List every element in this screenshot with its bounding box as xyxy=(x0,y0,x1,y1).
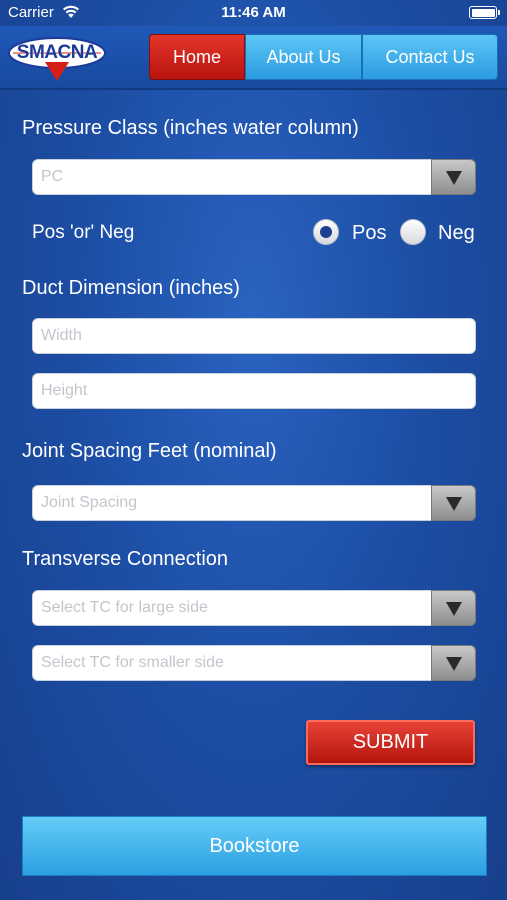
tc-small-side-dropdown-icon[interactable] xyxy=(431,645,476,681)
logo-text: SMACNA xyxy=(16,42,98,63)
tab-contact-us[interactable]: Contact Us xyxy=(362,34,498,80)
height-input[interactable]: Height xyxy=(32,373,476,409)
top-nav: Home About Us Contact Us xyxy=(149,34,498,80)
submit-button[interactable]: SUBMIT xyxy=(306,720,475,765)
status-bar: Carrier 11:46 AM xyxy=(0,0,507,26)
bookstore-button[interactable]: Bookstore xyxy=(22,816,487,876)
tc-large-side-dropdown-icon[interactable] xyxy=(431,590,476,626)
status-time: 11:46 AM xyxy=(221,4,286,21)
tc-small-side-select[interactable]: Select TC for smaller side xyxy=(32,645,476,681)
tc-small-side-placeholder: Select TC for smaller side xyxy=(41,654,224,671)
pos-radio[interactable] xyxy=(313,219,339,245)
tab-about-us[interactable]: About Us xyxy=(245,34,362,80)
duct-dimension-label: Duct Dimension (inches) xyxy=(22,277,240,299)
joint-spacing-placeholder: Joint Spacing xyxy=(41,494,138,511)
joint-spacing-label: Joint Spacing Feet (nominal) xyxy=(22,440,277,462)
app-header: SMACNA Home About Us Contact Us xyxy=(0,26,507,90)
pressure-class-select[interactable]: PC xyxy=(32,159,476,195)
pressure-class-label: Pressure Class (inches water column) xyxy=(22,117,359,139)
pos-neg-label: Pos 'or' Neg xyxy=(32,222,135,243)
tab-home[interactable]: Home xyxy=(149,34,245,80)
width-placeholder: Width xyxy=(41,327,82,344)
joint-spacing-dropdown-icon[interactable] xyxy=(431,485,476,521)
tc-large-side-placeholder: Select TC for large side xyxy=(41,599,208,616)
pressure-class-dropdown-icon[interactable] xyxy=(431,159,476,195)
pos-radio-label: Pos xyxy=(352,222,387,244)
battery-icon xyxy=(469,6,500,19)
width-input[interactable]: Width xyxy=(32,318,476,354)
pressure-class-placeholder: PC xyxy=(41,168,64,185)
neg-radio[interactable] xyxy=(400,219,426,245)
joint-spacing-select[interactable]: Joint Spacing xyxy=(32,485,476,521)
transverse-connection-label: Transverse Connection xyxy=(22,548,229,570)
smacna-logo: SMACNA xyxy=(7,36,107,82)
height-placeholder: Height xyxy=(41,382,88,399)
tc-large-side-select[interactable]: Select TC for large side xyxy=(32,590,476,626)
neg-radio-label: Neg xyxy=(438,222,475,244)
